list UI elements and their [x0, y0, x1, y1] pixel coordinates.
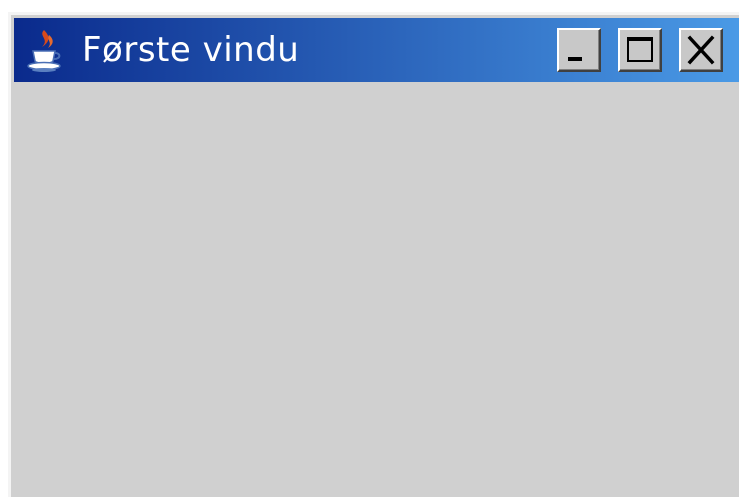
close-button[interactable] [679, 28, 723, 72]
title-bar[interactable]: Første vindu [14, 18, 739, 82]
minimize-icon [568, 57, 582, 61]
window-title: Første vindu [82, 30, 300, 70]
maximize-button[interactable] [618, 28, 662, 72]
java-cup-icon[interactable] [22, 26, 70, 74]
app-window: Første vindu [8, 12, 739, 497]
minimize-button[interactable] [557, 28, 601, 72]
maximize-icon [627, 37, 653, 62]
window-content-area [14, 82, 739, 497]
close-icon [687, 35, 715, 65]
